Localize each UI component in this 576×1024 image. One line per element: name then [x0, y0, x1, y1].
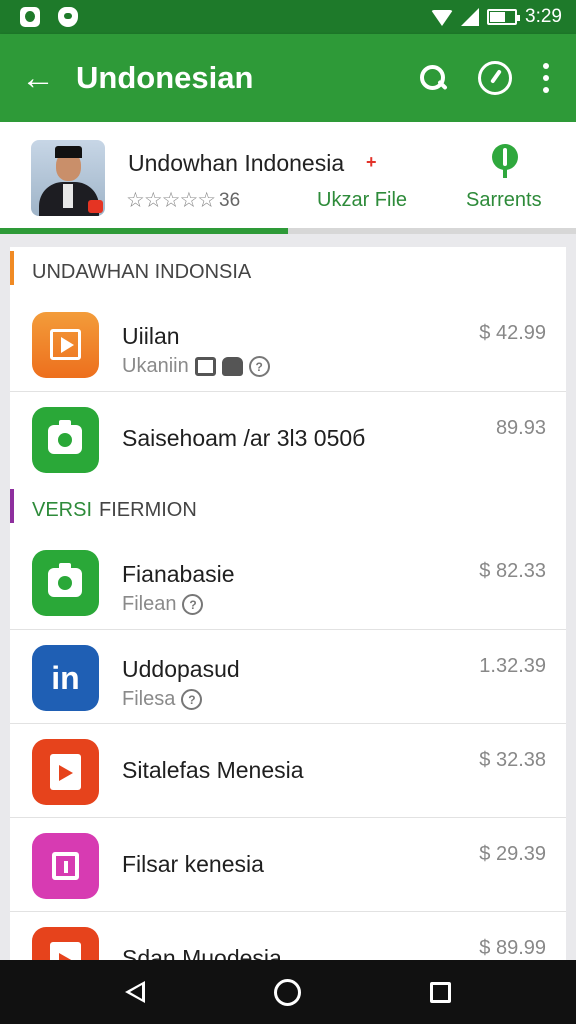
home-circle-icon[interactable] [273, 978, 301, 1006]
help-icon[interactable]: ? [181, 689, 203, 710]
page-title: Undonesian [76, 60, 254, 95]
wifi-icon [431, 10, 454, 26]
youtube-icon [88, 200, 103, 213]
item-price: $ 82.33 [479, 560, 546, 582]
cat-icon [221, 357, 243, 376]
item-title: Saisehoam /ar 3l3 050б [122, 425, 366, 451]
list-item[interactable]: Saisehoam /ar 3l3 050б 89.93 [10, 391, 566, 485]
list-item[interactable]: in Uddopasud Filesa ? 1.32.39 [10, 629, 566, 723]
compass-icon[interactable] [478, 61, 512, 95]
doc-app-icon [32, 927, 99, 960]
linkedin-app-icon: in [32, 645, 99, 711]
item-title: Uiilan [122, 323, 180, 349]
item-title: Filsar kenesia [122, 851, 264, 877]
item-price: $ 29.39 [479, 843, 546, 865]
status-time: 3:29 [525, 6, 562, 27]
item-subtitle: Filean ? [122, 593, 204, 616]
item-price: 1.32.39 [479, 655, 546, 677]
item-title: Fianabasie [122, 561, 235, 587]
item-title: Sitalefas Menesia [122, 757, 304, 783]
arrow-left-icon: ← [21, 58, 55, 97]
device-icon [194, 357, 216, 376]
list-item[interactable]: Filsar kenesia $ 29.39 [10, 817, 566, 911]
app-list: UNDAWHAN INDONSIA Uiilan Ukaniin ? $ 42.… [10, 247, 566, 960]
item-title: Uddopasud [122, 656, 240, 682]
item-price: $ 42.99 [479, 322, 546, 344]
section-header-versi: VERSI FIERMION [10, 485, 566, 535]
more-vert-icon[interactable] [542, 63, 550, 93]
item-subtitle: Filesa ? [122, 688, 203, 711]
app-name: Undowhan Indonesia [128, 150, 345, 176]
gift-app-icon [32, 833, 99, 899]
play-app-icon [32, 312, 99, 378]
item-title: Sdan Muodesia [122, 945, 282, 960]
app-bar: ← Undonesian [0, 34, 576, 122]
section-title: FIERMION [99, 498, 197, 521]
doc-app-icon [32, 739, 99, 805]
back-button[interactable]: ← [0, 34, 76, 122]
camera-app-icon [32, 407, 99, 473]
help-icon[interactable]: ? [248, 356, 270, 377]
progress-fill [0, 228, 288, 234]
plus-badge-icon: + [366, 152, 377, 172]
pin-icon[interactable] [492, 144, 518, 180]
list-item[interactable]: Sdan Muodesia $ 89.99 [10, 911, 566, 960]
section-title-green: VERSI [32, 498, 93, 521]
app-header: Undowhan Indonesia + ☆☆☆☆☆ 36 Ukzar File… [0, 122, 576, 234]
shield-icon [58, 7, 78, 27]
section-title: UNDAWHAN INDONSIA [32, 260, 252, 283]
item-subtitle: Ukaniin ? [122, 355, 270, 378]
progress-bar [0, 228, 576, 234]
signal-icon [461, 8, 480, 26]
item-price: 89.93 [495, 417, 546, 439]
camera-app-icon [32, 550, 99, 616]
section-header-undawhan: UNDAWHAN INDONSIA [10, 247, 566, 297]
notification-icon [20, 7, 40, 27]
list-item[interactable]: Sitalefas Menesia $ 32.38 [10, 723, 566, 817]
battery-icon [487, 9, 521, 25]
recents-square-icon[interactable] [430, 981, 452, 1003]
list-item[interactable]: Fianabasie Filean ? $ 82.33 [10, 535, 566, 629]
avatar[interactable] [31, 140, 105, 216]
item-price: $ 89.99 [479, 937, 546, 959]
search-icon[interactable] [418, 63, 448, 93]
item-price: $ 32.38 [479, 749, 546, 771]
help-icon[interactable]: ? [182, 594, 204, 615]
status-bar: 3:29 [0, 0, 576, 34]
ukzar-file-button[interactable]: Ukzar File [317, 189, 407, 212]
back-triangle-icon[interactable] [124, 981, 145, 1003]
sarrents-button[interactable]: Sarrents [466, 189, 542, 212]
list-item[interactable]: Uiilan Ukaniin ? $ 42.99 [10, 297, 566, 391]
rating-count: 36 [219, 190, 241, 211]
rating-stars-icon[interactable]: ☆☆☆☆☆ [126, 188, 216, 213]
system-nav-bar [0, 960, 576, 1024]
